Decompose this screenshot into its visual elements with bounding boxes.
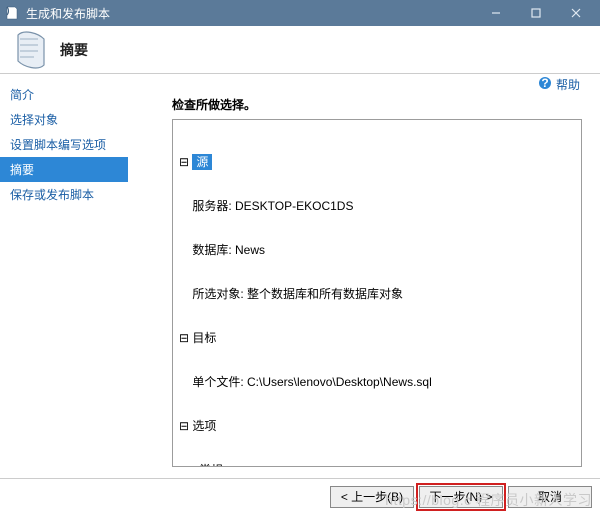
help-link[interactable]: ? 帮助 [538,76,580,93]
tree-line: 服务器: DESKTOP-EKOC1DS [179,198,575,214]
tree-node-target[interactable]: ⊟ 目标 [179,330,575,346]
wizard-footer: < 上一步(B) 下一步(N) > 取消 https://blog.c 程序员小… [0,478,600,514]
sidebar: 简介 选择对象 设置脚本编写选项 摘要 保存或发布脚本 [0,74,128,478]
cancel-button[interactable]: 取消 [508,486,592,508]
window-title: 生成和发布脚本 [26,5,476,22]
sidebar-item-summary[interactable]: 摘要 [0,157,128,182]
tree-root[interactable]: ⊟ 源 [179,154,575,170]
help-icon: ? [538,76,552,93]
maximize-button[interactable] [516,0,556,26]
main-panel: ? 帮助 检查所做选择。 ⊟ 源 服务器: DESKTOP-EKOC1DS 数据… [128,74,600,478]
summary-tree[interactable]: ⊟ 源 服务器: DESKTOP-EKOC1DS 数据库: News 所选对象:… [172,119,582,467]
window-titlebar: 生成和发布脚本 [0,0,600,26]
wizard-header: 摘要 [0,26,600,74]
app-icon [4,5,20,21]
next-highlight: 下一步(N) > [416,483,506,511]
svg-text:?: ? [541,76,548,90]
tree-line: 数据库: News [179,242,575,258]
close-button[interactable] [556,0,596,26]
tree-line: 所选对象: 整个数据库和所有数据库对象 [179,286,575,302]
help-label: 帮助 [556,76,580,93]
tree-node-general[interactable]: ⊞ 常规 [179,462,575,467]
tree-root-label: 源 [192,154,212,170]
sidebar-item-select-objects[interactable]: 选择对象 [0,107,128,132]
page-icon [14,31,48,69]
next-button[interactable]: 下一步(N) > [419,486,503,508]
wizard-body: 简介 选择对象 设置脚本编写选项 摘要 保存或发布脚本 ? 帮助 检查所做选择。… [0,74,600,478]
previous-button[interactable]: < 上一步(B) [330,486,414,508]
tree-line: 单个文件: C:\Users\lenovo\Desktop\News.sql [179,374,575,390]
sidebar-item-set-scripting-options[interactable]: 设置脚本编写选项 [0,132,128,157]
minimize-button[interactable] [476,0,516,26]
sidebar-item-intro[interactable]: 简介 [0,82,128,107]
window-controls [476,0,596,26]
sidebar-item-save-publish[interactable]: 保存或发布脚本 [0,182,128,207]
section-label: 检查所做选择。 [172,96,586,113]
tree-node-options[interactable]: ⊟ 选项 [179,418,575,434]
page-title: 摘要 [60,40,88,60]
